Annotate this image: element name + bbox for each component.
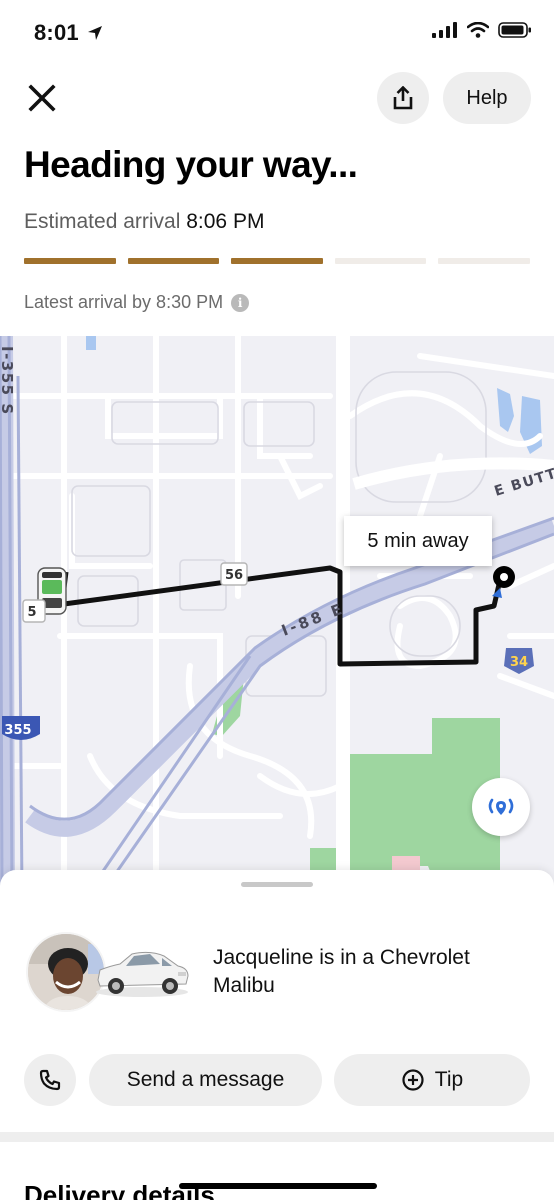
route-shield-34: 34 xyxy=(504,648,534,674)
wifi-icon xyxy=(467,22,489,38)
estimated-arrival: Estimated arrival 8:06 PM xyxy=(24,210,264,234)
progress-segment xyxy=(24,258,116,264)
route-shield-5: 5 xyxy=(22,599,46,623)
e-butterfield-label: E BUTT xyxy=(492,466,554,500)
page-title: Heading your way... xyxy=(24,144,358,185)
progress-segment xyxy=(127,258,220,264)
svg-text:56: 56 xyxy=(225,568,243,583)
status-icons xyxy=(432,22,532,38)
status-bar: 8:01 xyxy=(0,0,554,66)
call-button[interactable] xyxy=(24,1054,76,1106)
live-location-icon xyxy=(488,798,514,815)
map-water xyxy=(497,388,514,432)
latest-arrival: Latest arrival by 8:30 PM i xyxy=(24,292,250,313)
latest-arrival-text: Latest arrival by 8:30 PM xyxy=(24,292,224,312)
progress-segment xyxy=(438,258,530,264)
progress-segment xyxy=(334,258,427,264)
sheet-grabber[interactable] xyxy=(241,882,313,887)
driver-vehicle-info: Jacqueline is in a Chevrolet Malibu xyxy=(213,946,470,997)
eta-label: Estimated arrival xyxy=(24,210,181,233)
phone-icon xyxy=(39,1069,61,1091)
tip-button[interactable]: Tip xyxy=(334,1054,530,1106)
car-image xyxy=(96,951,189,997)
bottom-sheet[interactable]: Jacqueline is in a Chevrolet Malibu Send… xyxy=(0,870,554,1200)
battery-icon xyxy=(498,22,531,38)
close-icon xyxy=(28,84,56,112)
close-button[interactable] xyxy=(22,78,62,118)
delivery-progress-bar xyxy=(24,258,530,264)
svg-text:34: 34 xyxy=(510,655,528,670)
eta-time: 8:06 PM xyxy=(186,210,265,233)
interstate-shield-355: 355 xyxy=(2,716,40,740)
svg-text:355: 355 xyxy=(4,723,31,738)
location-arrow-icon xyxy=(88,26,102,40)
cellular-signal-icon xyxy=(432,22,457,38)
progress-segment xyxy=(231,258,323,264)
help-button[interactable]: Help xyxy=(443,72,531,124)
send-message-button[interactable]: Send a message xyxy=(89,1054,322,1106)
info-icon[interactable]: i xyxy=(231,293,250,312)
svg-text:5: 5 xyxy=(27,605,36,620)
section-divider xyxy=(0,1132,554,1142)
tip-label: Tip xyxy=(434,1068,464,1091)
status-time: 8:01 xyxy=(34,20,79,45)
share-icon xyxy=(393,86,413,110)
i355-label: I-355 S xyxy=(0,346,16,416)
share-button[interactable] xyxy=(377,72,429,124)
route-shield-56: 56 xyxy=(220,562,248,586)
recenter-button[interactable] xyxy=(472,778,530,836)
eta-bubble: 5 min away xyxy=(344,516,492,566)
home-indicator[interactable] xyxy=(179,1183,377,1189)
add-circle-icon xyxy=(402,1069,424,1091)
map-view[interactable]: 56 5 34 355 I-355 S E BUTT I-88 E xyxy=(0,336,554,896)
map-water xyxy=(86,336,96,350)
map-canvas: 56 5 34 355 I-355 S E BUTT I-88 E xyxy=(0,336,554,896)
